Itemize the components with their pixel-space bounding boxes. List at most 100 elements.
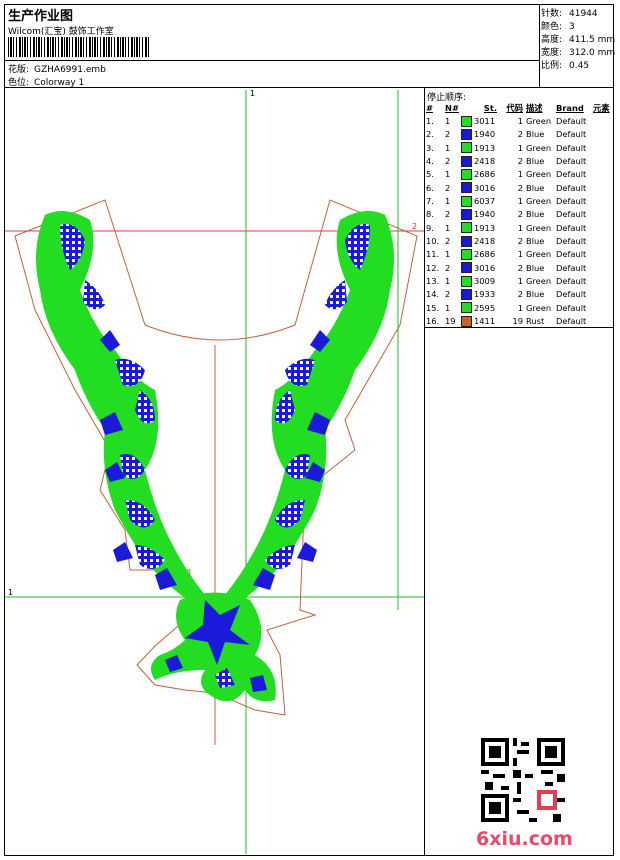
- row-st: 2: [517, 129, 523, 140]
- row-needle: 1: [445, 302, 451, 313]
- row-brand: Default: [556, 289, 587, 300]
- row-code: 1913: [474, 142, 496, 153]
- stop-sequence-row: 9. 1 1913 1 Green Default: [426, 221, 617, 234]
- row-index: 12.: [426, 262, 440, 273]
- row-st: 1: [517, 142, 523, 153]
- color-swatch: [461, 248, 472, 260]
- color-swatch: [461, 115, 472, 127]
- barcode: [8, 37, 150, 57]
- row-brand: Default: [556, 249, 587, 260]
- row-st: 1: [517, 169, 523, 180]
- row-code: 3016: [474, 182, 496, 193]
- row-needle: 1: [445, 116, 451, 127]
- col-st: St.: [483, 102, 497, 113]
- row-element: [593, 288, 617, 301]
- row-index: 8.: [426, 209, 434, 220]
- left-arm-motif: [36, 211, 205, 605]
- color-swatch: [461, 128, 472, 140]
- row-index: 3.: [426, 142, 434, 153]
- row-needle: 2: [445, 182, 451, 193]
- design-file-row: 花版: GZHA6991.emb: [8, 62, 106, 75]
- row-code: 1933: [474, 289, 496, 300]
- stat-label: 颜色:: [541, 22, 563, 32]
- row-st: 1: [517, 276, 523, 287]
- stop-sequence-row: 12. 2 3016 2 Blue Default: [426, 261, 617, 274]
- row-desc: Blue: [526, 156, 545, 167]
- row-swatch: [461, 181, 473, 194]
- meta-divider: [4, 60, 539, 61]
- row-st: 2: [517, 289, 523, 300]
- row-st: 1: [517, 116, 523, 127]
- stat-scale: 比例: 0.45: [541, 58, 589, 71]
- stop-sequence-row: 13. 1 3009 1 Green Default: [426, 274, 617, 287]
- design-file-value: GZHA6991.emb: [34, 65, 106, 75]
- row-index: 11.: [426, 249, 440, 260]
- row-desc: Blue: [526, 262, 545, 273]
- panel-divider: [424, 87, 425, 856]
- color-swatch: [461, 155, 472, 167]
- color-swatch: [461, 262, 472, 274]
- row-element: [593, 194, 617, 207]
- colorway-row: 色位: Colorway 1: [8, 75, 84, 88]
- stop-sequence-table: # N# St. 代码 描述 Brand 元素 1. 1 3011 1 Green Def…: [426, 101, 617, 328]
- row-brand: Default: [556, 156, 587, 167]
- color-swatch: [461, 235, 472, 247]
- row-desc: Rust: [526, 316, 545, 327]
- row-needle: 2: [445, 209, 451, 220]
- row-needle: 2: [445, 289, 451, 300]
- color-swatch: [461, 182, 472, 194]
- row-index: 9.: [426, 222, 434, 233]
- color-swatch: [461, 275, 472, 287]
- row-st: 2: [517, 156, 523, 167]
- qr-code: [481, 738, 565, 822]
- stop-sequence-row: 10. 2 2418 2 Blue Default: [426, 234, 617, 247]
- stat-value: 0.45: [569, 61, 590, 71]
- col-index: #: [426, 102, 433, 113]
- col-swatch: [461, 101, 473, 114]
- row-desc: Green: [526, 116, 552, 127]
- row-swatch: [461, 261, 473, 274]
- row-desc: Green: [526, 276, 552, 287]
- row-index: 13.: [426, 276, 440, 287]
- row-needle: 2: [445, 156, 451, 167]
- row-code: 2418: [474, 156, 496, 167]
- stat-label: 针数:: [541, 9, 563, 19]
- row-code: 3016: [474, 262, 496, 273]
- row-index: 6.: [426, 182, 434, 193]
- row-brand: Default: [556, 209, 587, 220]
- row-code: 3011: [474, 116, 496, 127]
- company-name: Wilcom(汇宝) 鼓饰工作室: [8, 27, 114, 37]
- colorway-label: 色位:: [8, 78, 30, 88]
- row-code: 2418: [474, 236, 496, 247]
- row-brand: Default: [556, 316, 587, 327]
- row-brand: Default: [556, 169, 587, 180]
- pendant-motif: [151, 592, 276, 702]
- row-code: 1940: [474, 129, 496, 140]
- stat-height: 高度: 411.5 mm: [541, 32, 615, 45]
- stat-label: 高度:: [541, 35, 563, 45]
- col-desc: 描述: [526, 102, 543, 113]
- stop-sequence-row: 15. 1 2595 1 Green Default: [426, 301, 617, 314]
- row-desc: Green: [526, 196, 552, 207]
- color-swatch: [461, 222, 472, 234]
- row-swatch: [461, 154, 473, 167]
- row-swatch: [461, 208, 473, 221]
- col-needle: N#: [445, 102, 459, 113]
- row-swatch: [461, 168, 473, 181]
- row-desc: Blue: [526, 209, 545, 220]
- row-needle: 2: [445, 262, 451, 273]
- row-brand: Default: [556, 116, 587, 127]
- colorway-value: Colorway 1: [34, 78, 85, 88]
- row-code: 1940: [474, 209, 496, 220]
- stop-sequence-row: 14. 2 1933 2 Blue Default: [426, 288, 617, 301]
- row-st: 1: [517, 222, 523, 233]
- row-element: [593, 181, 617, 194]
- stat-value: 312.0 mm: [569, 48, 616, 58]
- row-index: 10.: [426, 236, 440, 247]
- stat-label: 宽度:: [541, 48, 563, 58]
- row-element: [593, 315, 617, 328]
- row-index: 4.: [426, 156, 434, 167]
- row-element: [593, 261, 617, 274]
- stat-width: 宽度: 312.0 mm: [541, 45, 615, 58]
- row-brand: Default: [556, 302, 587, 313]
